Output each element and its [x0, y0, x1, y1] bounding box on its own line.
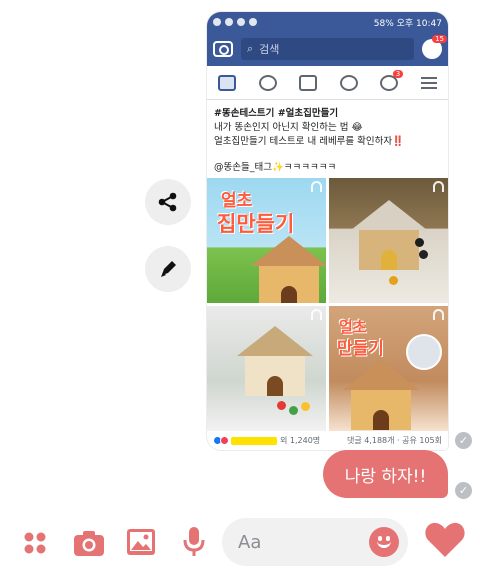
menu-icon	[420, 76, 437, 89]
love-icon	[220, 436, 229, 445]
corner-logo-icon	[433, 309, 444, 320]
post-text: #똥손테스트기 #얼초집만들기 내가 똥손인지 아닌지 확인하는 법 😂 얼초집…	[207, 100, 448, 179]
microphone-icon	[183, 527, 205, 556]
post-hashtags: #똥손테스트기 #얼초집만들기	[214, 108, 339, 119]
message-input-placeholder: Aa	[238, 531, 262, 553]
edit-button[interactable]	[145, 246, 191, 292]
fb-search-placeholder: 검색	[259, 43, 280, 56]
overlay-avatar	[406, 334, 442, 370]
status-right: 58% 오후 10:47	[374, 16, 442, 29]
share-icon	[158, 192, 177, 212]
plate-house-image	[237, 326, 313, 396]
image-icon	[127, 529, 155, 555]
camera-icon	[213, 41, 233, 57]
news-feed-icon	[218, 74, 237, 91]
groups-icon	[258, 74, 277, 91]
profile-icon	[339, 74, 358, 91]
heart-icon	[425, 522, 465, 557]
corner-logo-icon	[311, 309, 322, 320]
photo-product-box: 얼초 집만들기	[207, 178, 326, 303]
battery-text: 58%	[373, 18, 394, 29]
gallery-button[interactable]	[126, 528, 156, 556]
share-button[interactable]	[145, 179, 191, 225]
comment-share-count: 댓글 4,188개 · 공유 105회	[346, 436, 442, 445]
post-line-2: 얼초집만들기 테스트로 내 레베루를 확인하자‼️	[214, 136, 404, 147]
seen-check-icon: ✓	[455, 482, 472, 499]
photo-built-house	[329, 178, 448, 303]
shared-screenshot[interactable]: 58% 오후 10:47 ⌕ 검색 15 3 #똥손테스트기 #얼초집만들기 내…	[207, 12, 448, 450]
box-title-2: 집만들기	[217, 212, 295, 236]
post-line-1: 내가 똥손인지 아닌지 확인하는 법 😂	[214, 122, 363, 133]
notifications-icon: 3	[380, 69, 404, 91]
photo-with-candies: 얼초 만들기	[329, 306, 448, 431]
toy-house-image	[251, 236, 326, 303]
reaction-bar: 외 1,240명 댓글 4,188개 · 공유 105회	[207, 431, 448, 450]
clock-text: 오후 10:47	[396, 18, 442, 29]
camera-icon	[74, 531, 104, 556]
box-title-4: 만들기	[337, 339, 384, 359]
search-icon: ⌕	[247, 42, 254, 55]
fb-nav-bar: 3	[207, 66, 448, 100]
seen-check-icon: ✓	[455, 432, 472, 449]
camera-button[interactable]	[73, 528, 105, 558]
status-icons	[213, 18, 257, 26]
cookie-house-image	[351, 200, 427, 270]
photo-plate-house	[207, 306, 326, 431]
message-text: 나랑 하자!!	[344, 466, 427, 487]
more-actions-button[interactable]	[22, 530, 48, 556]
four-dots-icon	[24, 532, 46, 554]
post-mention: @똥손들_태그✨ㅋㅋㅋㅋㅋㅋ	[214, 162, 337, 173]
notification-badge: 3	[392, 69, 404, 78]
redacted-name	[231, 436, 277, 445]
post-photo-grid: 얼초 집만들기 얼초 만들기	[207, 178, 448, 431]
fb-search-box: ⌕ 검색	[241, 38, 414, 60]
fb-top-bar: ⌕ 검색 15	[207, 32, 448, 66]
heart-reaction-button[interactable]	[424, 520, 466, 560]
corner-logo-icon	[433, 181, 444, 192]
phone-status-bar: 58% 오후 10:47	[207, 12, 448, 32]
sent-message-bubble[interactable]: 나랑 하자!!	[323, 450, 448, 498]
box-house-image	[343, 360, 419, 430]
watch-icon	[299, 74, 318, 91]
corner-logo-icon	[311, 181, 322, 192]
pencil-icon	[161, 261, 176, 277]
voice-button[interactable]	[181, 526, 207, 558]
reaction-count: 외 1,240명	[280, 436, 321, 445]
messenger-icon: 15	[422, 35, 447, 59]
messenger-badge: 15	[432, 35, 447, 43]
